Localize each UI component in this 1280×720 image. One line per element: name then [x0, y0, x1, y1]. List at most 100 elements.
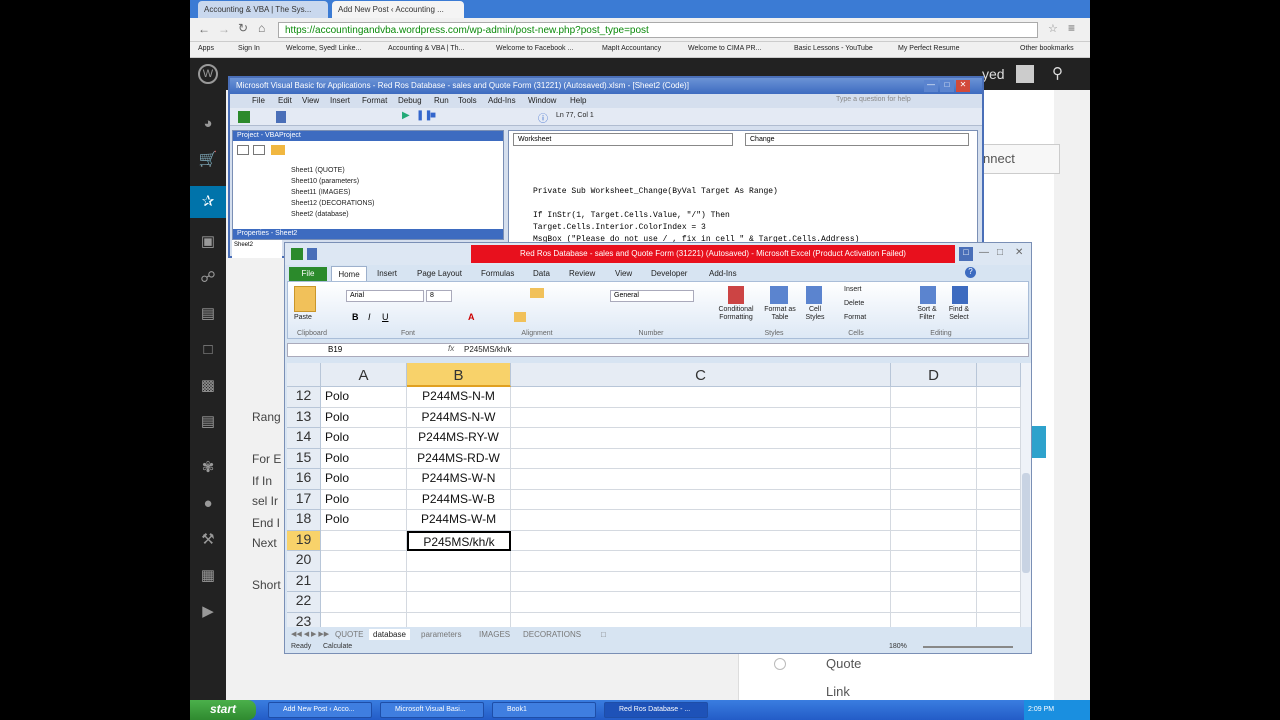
cell-d[interactable] — [891, 489, 977, 510]
tab-developer[interactable]: Developer — [651, 269, 687, 278]
find-select-icon[interactable] — [952, 286, 968, 304]
cell-b[interactable]: P244MS-RY-W — [407, 428, 511, 449]
store-icon[interactable]: 🛒 — [198, 150, 218, 170]
code-line-4[interactable]: Target.Cells.Interior.ColorIndex = 3 — [533, 223, 706, 232]
insert-function-icon[interactable]: fx — [448, 344, 454, 353]
bookmark-facebook[interactable]: Welcome to Facebook ... — [496, 45, 573, 52]
cell-a[interactable] — [321, 571, 407, 592]
row-header[interactable]: 19 — [287, 530, 321, 551]
folder-icon[interactable]: □ — [198, 340, 218, 360]
help-search-input[interactable]: Type a question for help — [836, 96, 911, 103]
cell-d[interactable] — [891, 530, 977, 551]
row-header[interactable]: 18 — [287, 510, 321, 531]
row-header[interactable]: 17 — [287, 489, 321, 510]
tab-view[interactable]: View — [615, 269, 632, 278]
bookmark-cima[interactable]: Welcome to CIMA PR... — [688, 45, 761, 52]
home-icon[interactable]: ⌂ — [258, 21, 265, 35]
menu-insert[interactable]: Insert — [330, 96, 350, 105]
row-header[interactable]: 16 — [287, 469, 321, 490]
conditional-format-icon[interactable] — [728, 286, 744, 304]
tree-sheet10[interactable]: Sheet10 (parameters) — [291, 178, 359, 185]
menu-window[interactable]: Window — [528, 96, 556, 105]
close-icon[interactable]: ✕ — [956, 80, 970, 92]
cell-d[interactable] — [891, 592, 977, 613]
settings-icon[interactable]: ▦ — [198, 566, 218, 586]
cell-b[interactable] — [407, 551, 511, 572]
stop-icon[interactable]: ■ — [430, 110, 436, 121]
comments-icon[interactable]: ▩ — [198, 376, 218, 396]
cell-e[interactable] — [977, 387, 1021, 408]
menu-icon[interactable]: ≡ — [1068, 21, 1075, 35]
row-header[interactable]: 15 — [287, 448, 321, 469]
tab-file[interactable]: File — [289, 267, 327, 281]
cell-d[interactable] — [891, 448, 977, 469]
underline-button[interactable]: U — [382, 312, 389, 322]
cell-d[interactable] — [891, 612, 977, 627]
star-icon[interactable]: ☆ — [1048, 22, 1058, 35]
cell-a[interactable]: Polo — [321, 489, 407, 510]
font-color-icon[interactable]: A — [468, 312, 475, 322]
tab-home[interactable]: Home — [331, 266, 367, 281]
cell-c[interactable] — [511, 592, 891, 613]
start-button[interactable]: start — [190, 700, 256, 720]
active-cell[interactable]: P245MS/kh/k — [407, 530, 511, 551]
cell-c[interactable] — [511, 387, 891, 408]
cell-a[interactable]: Polo — [321, 387, 407, 408]
cell-d[interactable] — [891, 510, 977, 531]
tab-formulas[interactable]: Formulas — [481, 269, 514, 278]
cell-c[interactable] — [511, 407, 891, 428]
bold-button[interactable]: B — [352, 312, 359, 322]
bookmark-sign-in[interactable]: Sign In — [238, 45, 260, 52]
cell-e[interactable] — [977, 510, 1021, 531]
bookmark-resume[interactable]: My Perfect Resume — [898, 45, 959, 52]
menu-run[interactable]: Run — [434, 96, 449, 105]
cell-e[interactable] — [977, 469, 1021, 490]
cell-b[interactable]: P244MS-N-M — [407, 387, 511, 408]
zoom-slider[interactable] — [923, 646, 1013, 648]
font-select[interactable]: Arial — [346, 290, 424, 302]
help-icon[interactable]: ⓘ — [538, 110, 548, 125]
cell-d[interactable] — [891, 551, 977, 572]
minimize-icon[interactable]: — — [924, 80, 938, 92]
cell-c[interactable] — [511, 428, 891, 449]
quick-save-icon[interactable] — [307, 248, 317, 260]
vertical-scrollbar[interactable] — [1021, 363, 1031, 627]
bookmark-other[interactable]: Other bookmarks — [1020, 45, 1074, 52]
sort-filter-icon[interactable] — [920, 286, 936, 304]
tree-sheet1[interactable]: Sheet1 (QUOTE) — [291, 167, 345, 174]
cell-e[interactable] — [977, 407, 1021, 428]
cell-a[interactable]: Polo — [321, 428, 407, 449]
tab-review[interactable]: Review — [569, 269, 595, 278]
cell-a[interactable]: Polo — [321, 448, 407, 469]
taskbar-item-vba[interactable]: Microsoft Visual Basi... — [380, 702, 484, 718]
cell-e[interactable] — [977, 489, 1021, 510]
menu-format[interactable]: Format — [362, 96, 387, 105]
tab-insert[interactable]: Insert — [377, 269, 397, 278]
media-icon[interactable]: ▣ — [198, 232, 218, 252]
wp-user-name[interactable]: yed — [982, 66, 1005, 82]
cell-b[interactable] — [407, 612, 511, 627]
tree-sheet11[interactable]: Sheet11 (IMAGES) — [291, 189, 350, 196]
format-cells-button[interactable]: Format — [844, 314, 866, 321]
cell-b[interactable]: P244MS-N-W — [407, 407, 511, 428]
users-icon[interactable]: ● — [198, 494, 218, 514]
cell-b[interactable]: P244MS-W-M — [407, 510, 511, 531]
column-header-a[interactable]: A — [321, 363, 407, 387]
cell-e[interactable] — [977, 448, 1021, 469]
column-header-c[interactable]: C — [511, 363, 891, 387]
help-icon[interactable]: ? — [965, 267, 976, 278]
tab-data[interactable]: Data — [533, 269, 550, 278]
publish-button[interactable] — [1032, 426, 1046, 458]
cell-d[interactable] — [891, 387, 977, 408]
cell-c[interactable] — [511, 489, 891, 510]
cell-styles-icon[interactable] — [806, 286, 822, 304]
pages-icon[interactable]: ▤ — [198, 304, 218, 324]
cell-a[interactable] — [321, 530, 407, 551]
bookmark-linkedin[interactable]: Welcome, Syed! Linke... — [286, 45, 361, 52]
minimize-icon[interactable]: — — [979, 247, 989, 258]
cell-c[interactable] — [511, 612, 891, 627]
cell-a[interactable] — [321, 592, 407, 613]
url-input[interactable]: https://accountingandvba.wordpress.com/w… — [278, 22, 1038, 38]
dashboard-icon[interactable]: ◕ — [198, 114, 218, 134]
row-header[interactable]: 21 — [287, 571, 321, 592]
